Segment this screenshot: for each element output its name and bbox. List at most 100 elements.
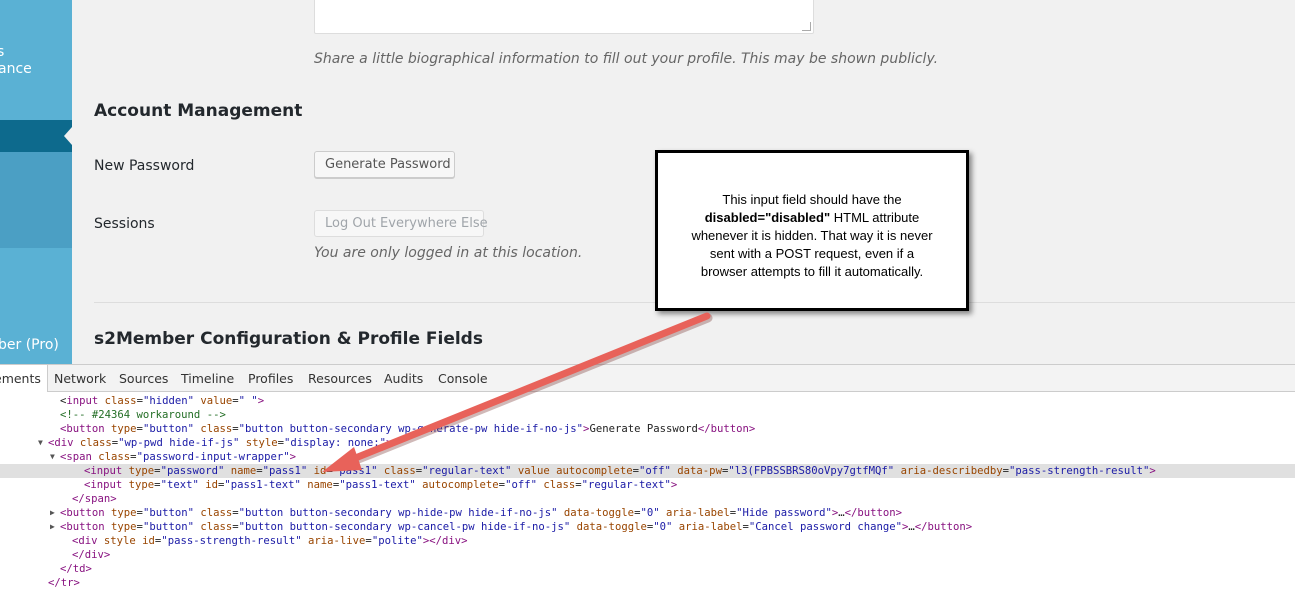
code-token: </span>: [72, 493, 117, 505]
code-token: aria-label: [678, 521, 743, 533]
code-token: name: [307, 479, 333, 491]
dom-node-line[interactable]: ▶ <button type="button" class="button but…: [0, 506, 1295, 520]
code-token: id: [205, 479, 218, 491]
code-token: >: [289, 451, 297, 463]
code-token: autocomplete: [422, 479, 499, 491]
code-token: >: [257, 395, 265, 407]
active-menu-pointer: [64, 127, 72, 145]
devtools-tab-console[interactable]: Console: [438, 371, 488, 386]
code-token: <button: [60, 521, 112, 533]
devtools-tab-ements[interactable]: ements: [0, 365, 48, 392]
code-token: "button": [142, 521, 201, 533]
devtools-tab-timeline[interactable]: Timeline: [181, 371, 234, 386]
dom-node-line[interactable]: <button type="button" class="button butt…: [0, 422, 1295, 436]
callout-line: This input field should have the: [722, 192, 902, 207]
code-token: "text": [160, 479, 206, 491]
dom-node-markup: <button type="button" class="button butt…: [60, 422, 755, 436]
resize-grip-icon[interactable]: [802, 22, 811, 31]
code-token: type: [128, 479, 155, 491]
code-token: >: [386, 437, 393, 449]
devtools-tab-profiles[interactable]: Profiles: [248, 371, 293, 386]
code-token: </button>: [844, 507, 903, 519]
s2member-heading: s2Member Configuration & Profile Fields: [94, 329, 483, 349]
code-token: name: [230, 465, 257, 477]
code-token: "off": [639, 465, 678, 477]
code-token: "button button-secondary wp-generate-pw …: [238, 423, 584, 435]
dom-node-markup: </td>: [60, 562, 92, 576]
code-token: class: [200, 423, 233, 435]
callout-bold-attribute: disabled="disabled": [704, 210, 831, 225]
sidebar-item[interactable]: s: [0, 44, 4, 60]
code-token: type: [111, 521, 137, 533]
code-token: "off": [505, 479, 544, 491]
code-token: class: [200, 507, 233, 519]
collapse-triangle-icon[interactable]: ▶: [50, 520, 55, 534]
sidebar-submenu: [0, 152, 72, 248]
wordpress-profile-page: s ance ber (Pro) Share a little biograph…: [0, 0, 1295, 364]
logout-everywhere-button[interactable]: Log Out Everywhere Else: [314, 210, 488, 237]
callout-line: browser attempts to fill it automaticall…: [700, 264, 924, 279]
generate-password-button[interactable]: Generate Password: [314, 151, 455, 178]
biographical-info-textarea[interactable]: [314, 0, 814, 34]
dom-node-line[interactable]: <input type="text" id="pass1-text" name=…: [0, 478, 1295, 492]
dom-node-line[interactable]: </tr>: [0, 576, 1295, 590]
collapse-triangle-icon[interactable]: ▶: [50, 506, 55, 520]
code-token: " ": [238, 395, 258, 407]
devtools-tab-network[interactable]: Network: [54, 371, 106, 386]
code-token: "regular-text": [422, 465, 518, 477]
dom-node-line[interactable]: ▼ <div class="wp-pwd hide-if-js" style="d…: [0, 436, 1295, 450]
devtools-tab-sources[interactable]: Sources: [119, 371, 168, 386]
expand-triangle-icon[interactable]: ▼: [50, 450, 55, 464]
code-token: type: [111, 507, 137, 519]
code-token: <span: [60, 451, 99, 463]
sidebar-item-s2member-pro[interactable]: ber (Pro): [0, 337, 59, 353]
code-token: class: [104, 395, 137, 407]
code-token: "0": [653, 521, 679, 533]
code-token: type: [128, 465, 155, 477]
dom-node-markup: <input type="text" id="pass1-text" name=…: [84, 478, 677, 492]
dom-node-markup: <input type="password" name="pass1" id="…: [84, 464, 1156, 478]
code-token: </button>: [914, 521, 973, 533]
code-token: "pass1-text": [339, 479, 423, 491]
dom-node-markup: </tr>: [48, 576, 80, 590]
code-token: "password-input-wrapper": [136, 451, 290, 463]
code-token: "button button-secondary wp-hide-pw hide…: [238, 507, 564, 519]
code-token: class: [543, 479, 576, 491]
code-token: value autocomplete: [517, 465, 633, 477]
sidebar-item-users-active[interactable]: [0, 120, 72, 152]
dom-node-line[interactable]: <div style id="pass-strength-result" ari…: [0, 534, 1295, 548]
dom-node-line[interactable]: </div>: [0, 548, 1295, 562]
dom-node-markup: <!-- #24364 workaround -->: [60, 408, 226, 422]
code-token: >: [670, 479, 678, 491]
code-token: "pass1": [262, 465, 314, 477]
code-token: "regular-text": [581, 479, 671, 491]
dom-node-line[interactable]: </span>: [0, 492, 1295, 506]
code-token: "display: none;": [284, 437, 387, 449]
dom-node-line[interactable]: <!-- #24364 workaround -->: [0, 408, 1295, 422]
code-token: <input: [84, 479, 129, 491]
code-token: >: [1149, 465, 1156, 477]
selected-dom-node-line[interactable]: <input type="password" name="pass1" id="…: [0, 464, 1295, 478]
code-token: <input: [84, 465, 129, 477]
devtools-tab-resources[interactable]: Resources: [308, 371, 372, 386]
code-token: <button: [60, 423, 112, 435]
code-token: "pass1": [332, 465, 384, 477]
dom-node-line[interactable]: </td>: [0, 562, 1295, 576]
devtools-elements-panel: <input class="hidden" value=" "> <!-- #24…: [0, 392, 1295, 590]
dom-node-line[interactable]: ▶ <button type="button" class="button but…: [0, 520, 1295, 534]
dom-node-line[interactable]: <input class="hidden" value=" ">: [0, 394, 1295, 408]
sidebar-item-appearance[interactable]: ance: [0, 61, 32, 77]
devtools-tab-audits[interactable]: Audits: [384, 371, 423, 386]
code-token: "pass1-text": [224, 479, 308, 491]
dom-node-markup: <button type="button" class="button butt…: [60, 506, 902, 520]
code-token: </div>: [72, 549, 111, 561]
code-token: aria-describedby: [900, 465, 1003, 477]
callout-line: HTML attribute: [830, 210, 920, 225]
dom-node-markup: </div>: [72, 548, 110, 562]
callout-text: This input field should have the disable…: [668, 191, 956, 281]
code-token: "polite": [371, 535, 423, 547]
bio-description: Share a little biographical information …: [314, 51, 939, 67]
dom-node-line[interactable]: ▼ <span class="password-input-wrapper">: [0, 450, 1295, 464]
code-token: Generate Password: [589, 423, 698, 435]
expand-triangle-icon[interactable]: ▼: [38, 436, 43, 450]
